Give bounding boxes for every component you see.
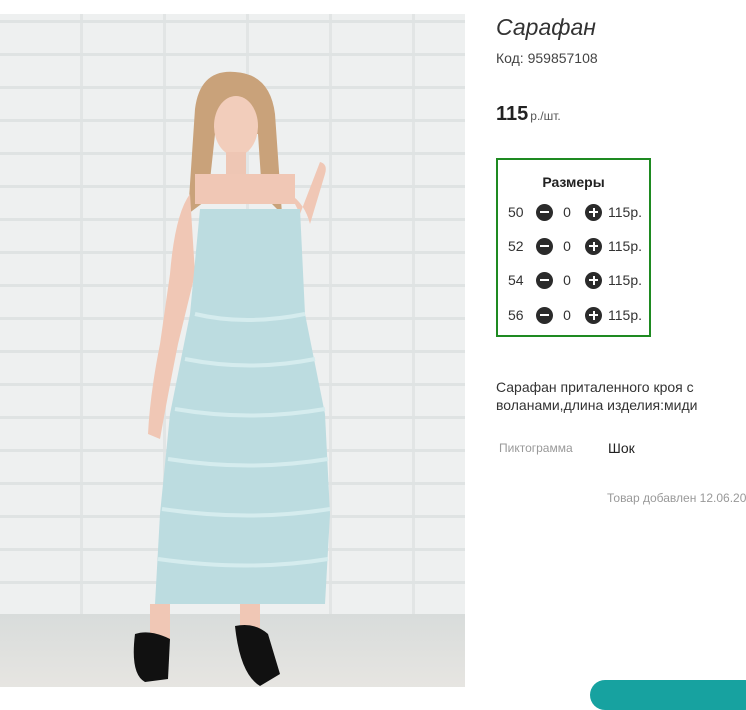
model-figure xyxy=(133,71,331,686)
quantity-value[interactable]: 0 xyxy=(553,307,581,323)
product-title: Сарафан xyxy=(496,14,596,40)
size-price: 115р. xyxy=(608,238,642,254)
size-label: 54 xyxy=(508,272,524,288)
size-label: 56 xyxy=(508,307,524,323)
size-row: 52 0 115р. xyxy=(508,236,642,256)
product-price: 115 р./шт. xyxy=(496,103,561,126)
quantity-value[interactable]: 0 xyxy=(553,204,581,220)
size-price: 115р. xyxy=(608,307,642,323)
plus-circle-icon[interactable] xyxy=(585,203,602,221)
pictogram-value: Шок xyxy=(608,440,635,456)
plus-circle-icon[interactable] xyxy=(585,271,602,289)
quantity-value[interactable]: 0 xyxy=(553,238,581,254)
size-label: 50 xyxy=(508,204,524,220)
sizes-panel: Размеры 50 0 115р. 52 0 115р. 54 0 115р.… xyxy=(496,158,651,337)
size-row: 54 0 115р. xyxy=(508,270,642,290)
size-price: 115р. xyxy=(608,272,642,288)
sizes-title: Размеры xyxy=(542,174,605,190)
plus-circle-icon[interactable] xyxy=(585,237,602,255)
plus-circle-icon[interactable] xyxy=(585,306,602,324)
added-date: Товар добавлен 12.06.20 xyxy=(607,491,746,505)
size-row: 56 0 115р. xyxy=(508,305,642,325)
price-unit: р./шт. xyxy=(530,109,561,123)
product-photo[interactable] xyxy=(0,14,465,687)
quantity-value[interactable]: 0 xyxy=(553,272,581,288)
product-code: Код: 959857108 xyxy=(496,50,598,66)
minus-circle-icon[interactable] xyxy=(536,237,553,255)
size-row: 50 0 115р. xyxy=(508,202,642,222)
size-label: 52 xyxy=(508,238,524,254)
size-price: 115р. xyxy=(608,204,642,220)
price-value: 115 xyxy=(496,103,529,125)
action-button[interactable] xyxy=(590,680,746,710)
pictogram-label: Пиктограмма xyxy=(499,441,573,455)
minus-circle-icon[interactable] xyxy=(536,271,553,289)
product-description: Сарафан приталенного кроя с воланами,дли… xyxy=(496,379,698,413)
minus-circle-icon[interactable] xyxy=(536,306,553,324)
minus-circle-icon[interactable] xyxy=(536,203,553,221)
